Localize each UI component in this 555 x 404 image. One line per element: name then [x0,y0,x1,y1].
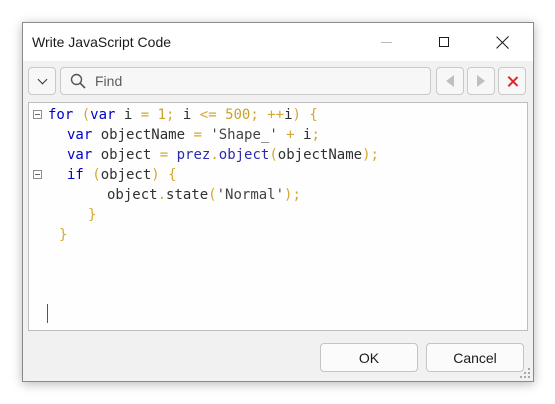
previous-icon [446,75,454,87]
search-box[interactable] [60,67,431,95]
search-options-dropdown[interactable] [28,67,56,95]
code-line-7: } [59,227,68,243]
clear-search-button[interactable] [498,67,526,95]
text-caret [47,304,48,323]
code-line-2: var objectName = 'Shape_' + i; [67,127,320,143]
code-editor[interactable]: for (var i = 1; i <= 500; ++i) { var obj… [28,102,528,331]
magnifier-icon [70,73,86,89]
javascript-dialog: Write JavaScript Code Find for (var i = … [22,22,534,382]
clear-x-icon [507,76,518,87]
search-input[interactable] [95,72,415,90]
code-line-6: } [88,207,97,223]
resize-grip-icon[interactable] [520,368,531,379]
title-bar[interactable]: Write JavaScript Code [23,23,533,61]
code-line-5: object.state('Normal'); [107,187,301,203]
maximize-icon [439,37,449,47]
next-icon [477,75,485,87]
chevron-down-icon [37,74,47,84]
close-button[interactable] [479,23,525,61]
code-line-3: var object = prez.object(objectName); [67,147,379,163]
find-toolbar [23,61,533,99]
fold-toggle-icon[interactable] [33,170,42,179]
minimize-button[interactable] [363,23,409,61]
fold-toggle-icon[interactable] [33,110,42,119]
find-next-button[interactable] [467,67,495,95]
ok-button[interactable]: OK [320,343,418,372]
minimize-icon [380,41,392,43]
find-previous-button[interactable] [436,67,464,95]
maximize-button[interactable] [421,23,467,61]
close-icon [496,36,509,49]
code-line-4: if (object) { [67,167,177,183]
code-line-1: for (var i = 1; i <= 500; ++i) { [48,107,318,123]
cancel-button[interactable]: Cancel [426,343,524,372]
window-title: Write JavaScript Code [32,34,172,50]
